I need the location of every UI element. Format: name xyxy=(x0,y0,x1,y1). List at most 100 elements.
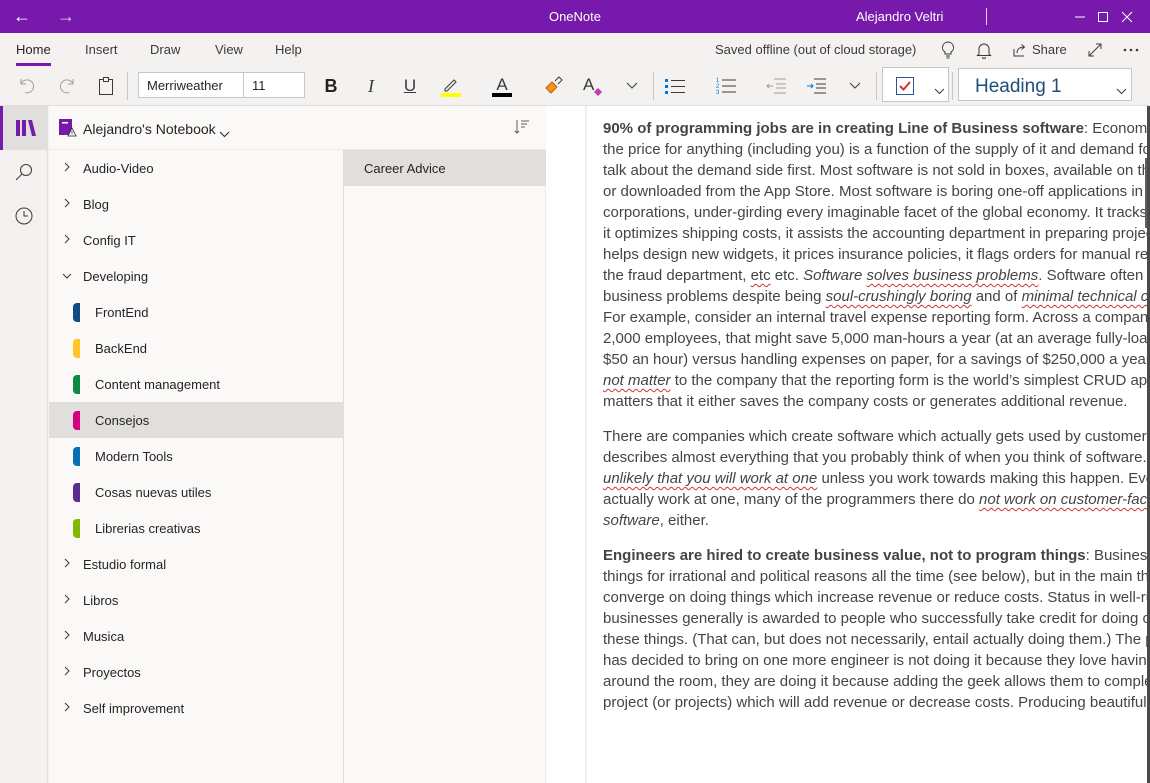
section-item-frontend[interactable]: FrontEnd xyxy=(49,294,343,330)
tag-selector[interactable] xyxy=(882,67,949,102)
chevron-right-icon[interactable] xyxy=(61,629,73,643)
spellcheck-word[interactable]: soul-crushingly boring xyxy=(826,288,972,305)
section-label: Modern Tools xyxy=(95,448,173,464)
highlight-button[interactable] xyxy=(440,74,462,98)
style-selector[interactable]: Heading 1 xyxy=(958,68,1132,101)
chevron-right-icon[interactable] xyxy=(61,593,73,607)
checkbox-tag-icon xyxy=(896,77,914,95)
ribbon-toolbar: Merriweather 11 B I U A A 123 Heading 1 xyxy=(0,66,1150,106)
font-color-button[interactable]: A xyxy=(490,74,514,98)
chevron-right-icon[interactable] xyxy=(61,161,73,175)
note-content[interactable]: 90% of programming jobs are in creating … xyxy=(603,118,1150,727)
more-formatting-dropdown[interactable] xyxy=(622,74,642,98)
section-group-audio-video[interactable]: Audio-Video xyxy=(49,150,343,186)
section-item-modern-tools[interactable]: Modern Tools xyxy=(49,438,343,474)
paragraph-2[interactable]: There are companies which create softwar… xyxy=(603,426,1150,531)
section-item-cosas-nuevas-utiles[interactable]: Cosas nuevas utiles xyxy=(49,474,343,510)
todo-tag-button[interactable] xyxy=(896,77,914,100)
notebook-dropdown[interactable] xyxy=(219,125,230,143)
section-color-tab-icon xyxy=(73,375,80,394)
section-group-developing[interactable]: Developing xyxy=(49,258,343,294)
bold-button[interactable]: B xyxy=(320,74,342,98)
section-item-backend[interactable]: BackEnd xyxy=(49,330,343,366)
italic-button[interactable]: I xyxy=(360,74,382,98)
tag-dropdown[interactable] xyxy=(934,82,945,100)
format-painter-button[interactable] xyxy=(542,74,566,98)
section-group-libros[interactable]: Libros xyxy=(49,582,343,618)
tab-home[interactable]: Home xyxy=(16,42,51,66)
text-run: software xyxy=(603,512,660,529)
notebook-header: Alejandro's Notebook xyxy=(49,106,546,150)
style-name: Heading 1 xyxy=(975,76,1062,97)
underline-button[interactable]: U xyxy=(399,74,421,98)
toolbar-divider xyxy=(127,72,128,100)
fullscreen-button[interactable] xyxy=(1085,40,1105,60)
more-options-button[interactable] xyxy=(1121,40,1141,60)
tab-view[interactable]: View xyxy=(215,42,243,57)
spellcheck-word[interactable]: not work on customer-facing xyxy=(979,491,1150,508)
sections-pane: Audio-Video Blog Config IT Developing FrontE… xyxy=(49,106,344,783)
paste-button[interactable] xyxy=(95,74,117,98)
chevron-down-icon[interactable] xyxy=(61,269,73,283)
sort-pages-button[interactable] xyxy=(514,119,530,140)
share-icon-wrap[interactable] xyxy=(1010,40,1030,60)
tab-draw[interactable]: Draw xyxy=(150,42,180,57)
paragraph-3[interactable]: Engineers are hired to create business v… xyxy=(603,545,1150,713)
titlebar-divider xyxy=(986,8,987,25)
search-button[interactable] xyxy=(0,150,48,194)
paragraph-1[interactable]: 90% of programming jobs are in creating … xyxy=(603,118,1150,412)
tab-help[interactable]: Help xyxy=(275,42,302,57)
increase-indent-button[interactable] xyxy=(804,74,828,98)
note-canvas[interactable]: 90% of programming jobs are in creating … xyxy=(587,106,1150,783)
section-group-estudio-formal[interactable]: Estudio formal xyxy=(49,546,343,582)
chevron-right-icon[interactable] xyxy=(61,701,73,715)
section-group-blog[interactable]: Blog xyxy=(49,186,343,222)
section-label: Musica xyxy=(83,628,125,644)
page-item-career-advice[interactable]: Career Advice xyxy=(344,150,546,186)
paragraph-options-dropdown[interactable] xyxy=(845,74,865,98)
section-color-tab-icon xyxy=(73,339,80,358)
section-group-config-it[interactable]: Config IT xyxy=(49,222,343,258)
section-item-content-management[interactable]: Content management xyxy=(49,366,343,402)
chevron-right-icon[interactable] xyxy=(61,557,73,571)
title-bar: ← → OneNote Alejandro Veltri xyxy=(0,0,1150,33)
chevron-right-icon[interactable] xyxy=(61,233,73,247)
paragraph-3-heading: Engineers are hired to create business v… xyxy=(603,547,1086,564)
section-item-consejos[interactable]: Consejos xyxy=(49,402,343,438)
chevron-right-icon[interactable] xyxy=(61,197,73,211)
font-size-input[interactable]: 11 xyxy=(252,78,266,93)
redo-button[interactable] xyxy=(56,74,78,98)
bullets-button[interactable] xyxy=(663,74,687,98)
notifications-button[interactable] xyxy=(974,40,994,60)
close-button[interactable] xyxy=(1104,0,1150,33)
tab-insert[interactable]: Insert xyxy=(85,42,118,57)
section-label: Consejos xyxy=(95,412,150,428)
spellcheck-word[interactable]: solves business problems xyxy=(867,267,1039,284)
paragraph-1-heading: 90% of programming jobs are in creating … xyxy=(603,120,1084,137)
section-group-proyectos[interactable]: Proyectos xyxy=(49,654,343,690)
spellcheck-word[interactable]: minimal technical complexity xyxy=(1022,288,1150,305)
decrease-indent-button[interactable] xyxy=(764,74,788,98)
clear-formatting-button[interactable]: A xyxy=(582,74,606,98)
section-item-librerias-creativas[interactable]: Librerias creativas xyxy=(49,510,343,546)
tell-me-button[interactable] xyxy=(938,40,958,60)
recent-notes-button[interactable] xyxy=(0,194,48,238)
spellcheck-word[interactable]: etc xyxy=(751,267,771,284)
style-dropdown[interactable] xyxy=(1116,82,1127,100)
section-group-musica[interactable]: Musica xyxy=(49,618,343,654)
share-button[interactable]: Share xyxy=(1032,42,1067,57)
notebook-selector[interactable]: Alejandro's Notebook xyxy=(83,121,216,137)
font-name-input[interactable]: Merriweather xyxy=(147,78,223,93)
numbering-button[interactable]: 123 xyxy=(714,74,738,98)
section-group-self-improvement[interactable]: Self improvement xyxy=(49,690,343,726)
canvas-margin xyxy=(546,106,586,783)
notebook-icon-wrap xyxy=(59,119,77,142)
chevron-right-icon[interactable] xyxy=(61,665,73,679)
undo-button[interactable] xyxy=(16,74,38,98)
font-selector[interactable]: Merriweather 11 xyxy=(138,72,305,98)
section-label: Audio-Video xyxy=(83,160,154,176)
notebooks-button[interactable] xyxy=(0,106,48,150)
section-label: Estudio formal xyxy=(83,556,167,572)
user-name[interactable]: Alejandro Veltri xyxy=(856,9,943,24)
spellcheck-word[interactable]: unlikely that you will work at one xyxy=(603,470,817,487)
